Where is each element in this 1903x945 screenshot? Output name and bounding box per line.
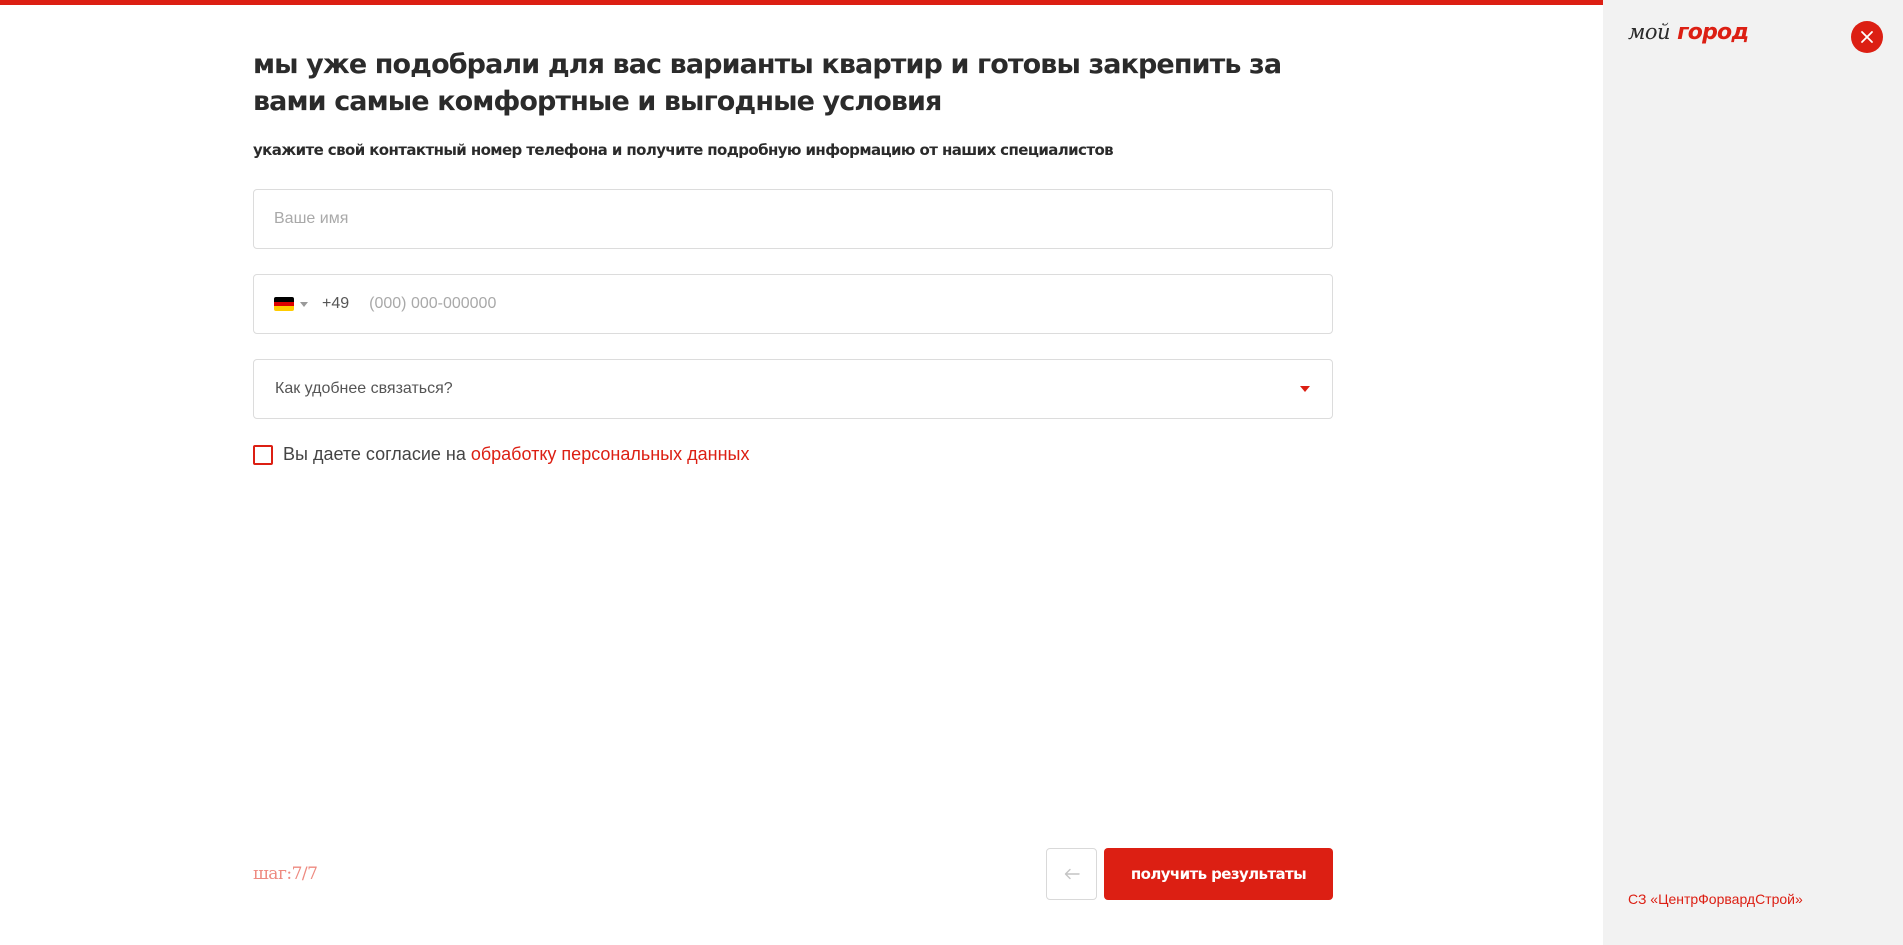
- quiz-page: мы уже подобрали для вас варианты кварти…: [0, 0, 1903, 945]
- germany-flag-icon: [274, 297, 294, 311]
- phone-input[interactable]: [349, 275, 1332, 333]
- progress-bar: [0, 0, 1603, 5]
- main-area: мы уже подобрали для вас варианты кварти…: [0, 0, 1603, 945]
- privacy-policy-link[interactable]: обработку персональных данных: [471, 444, 750, 465]
- progress-fill: [0, 0, 1603, 5]
- consent-row: Вы даете согласие на обработку персональ…: [253, 444, 749, 465]
- consent-checkbox[interactable]: [253, 444, 273, 465]
- chevron-down-icon: [300, 301, 308, 307]
- name-input[interactable]: [254, 190, 1332, 248]
- logo-text-part1: мой: [1628, 20, 1671, 44]
- submit-button[interactable]: получить результаты: [1104, 848, 1333, 900]
- consent-text: Вы даете согласие на: [283, 444, 466, 464]
- dropdown-arrow-icon: [1300, 386, 1310, 392]
- close-button[interactable]: [1851, 21, 1883, 53]
- dial-code: +49: [322, 295, 350, 312]
- logo[interactable]: мой город: [1628, 20, 1749, 45]
- contact-method-label: Как удобнее связаться?: [275, 380, 453, 397]
- form-subtitle: укажите свой контактный номер телефона и…: [253, 141, 1114, 159]
- logo-text-part2: город: [1677, 20, 1749, 45]
- form-header: мы уже подобрали для вас варианты кварти…: [253, 46, 1333, 159]
- phone-field[interactable]: +49: [253, 274, 1333, 334]
- step-indicator: шаг:7/7: [253, 864, 318, 884]
- contact-method-select[interactable]: Как удобнее связаться?: [253, 359, 1333, 419]
- form-title: мы уже подобрали для вас варианты кварти…: [253, 49, 1282, 117]
- arrow-left-icon: [1064, 868, 1080, 880]
- sidebar: мой город СЗ «ЦентрФорвардСтрой»: [1603, 0, 1903, 945]
- company-name: СЗ «ЦентрФорвардСтрой»: [1628, 891, 1803, 907]
- name-field[interactable]: [253, 189, 1333, 249]
- country-select[interactable]: [274, 297, 308, 311]
- back-button[interactable]: [1046, 848, 1097, 900]
- close-icon: [1861, 31, 1873, 43]
